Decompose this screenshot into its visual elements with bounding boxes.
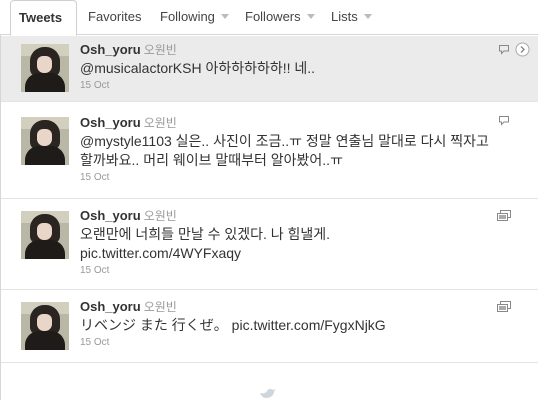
- tweet-text: 오랜만에 너희들 만날 수 있겠다. 나 힘낼게. pic.twitter.co…: [80, 226, 331, 261]
- tab-tweets[interactable]: Tweets: [10, 0, 77, 36]
- chevron-down-icon: [363, 14, 372, 20]
- photo-gallery-icon[interactable]: [497, 301, 511, 312]
- tab-following-label: Following: [160, 9, 215, 24]
- tweet-username[interactable]: Osh_yoru: [80, 115, 141, 130]
- photo-gallery-icon[interactable]: [497, 210, 511, 221]
- tweet-content: Osh_yoru 오원빈 @musicalactorKSH 아하하하하하!! 네.…: [80, 42, 498, 92]
- tweet-username[interactable]: Osh_yoru: [80, 42, 141, 57]
- expand-arrow-icon[interactable]: [515, 42, 530, 57]
- speech-bubble-icon[interactable]: [498, 44, 510, 55]
- tweet-item[interactable]: Osh_yoru 오원빈 リベンジ また 行くぜ。 pic.twitter.com…: [1, 291, 538, 363]
- tweet-text: @musicalactorKSH 아하하하하하!! 네..: [80, 60, 316, 76]
- tweet-timestamp[interactable]: 15 Oct: [80, 80, 498, 92]
- chevron-down-icon: [220, 14, 229, 20]
- avatar[interactable]: [21, 44, 69, 92]
- tweet-header: Osh_yoru 오원빈: [80, 42, 498, 58]
- tweet-header: Osh_yoru 오원빈: [80, 299, 498, 315]
- avatar[interactable]: [21, 302, 69, 350]
- tweet-content: Osh_yoru 오원빈 오랜만에 너희들 만날 수 있겠다. 나 힘낼게. pi…: [80, 208, 498, 277]
- tweet-username[interactable]: Osh_yoru: [80, 208, 141, 223]
- tweet-header: Osh_yoru 오원빈: [80, 208, 498, 224]
- tab-favorites[interactable]: Favorites: [88, 0, 141, 35]
- profile-tabs: Tweets Favorites Following Followers Lis…: [0, 0, 538, 36]
- tweet-item[interactable]: Osh_yoru 오원빈 @mystyle1103 실은.. 사진이 조금..ㅠ …: [1, 103, 538, 199]
- tweet-text: リベンジ また 行くぜ。 pic.twitter.com/FygxNjkG: [80, 317, 386, 333]
- tweet-timestamp[interactable]: 15 Oct: [80, 172, 498, 184]
- tweet-header: Osh_yoru 오원빈: [80, 115, 498, 131]
- avatar[interactable]: [21, 211, 69, 259]
- tweet-content: Osh_yoru 오원빈 リベンジ また 行くぜ。 pic.twitter.com…: [80, 299, 498, 349]
- tweet-text: @mystyle1103 실은.. 사진이 조금..ㅠ 정말 연출님 말대로 다…: [80, 133, 489, 168]
- tweet-timestamp[interactable]: 15 Oct: [80, 265, 498, 277]
- tweet-realname: 오원빈: [143, 116, 177, 130]
- tab-lists-label: Lists: [331, 9, 358, 24]
- tweet-username[interactable]: Osh_yoru: [80, 299, 141, 314]
- speech-bubble-icon[interactable]: [498, 115, 510, 126]
- tab-lists[interactable]: Lists: [331, 0, 372, 35]
- chevron-down-icon: [306, 14, 315, 20]
- twitter-bird-icon: [258, 384, 280, 400]
- tweet-timestamp[interactable]: 15 Oct: [80, 337, 498, 349]
- tweet-content: Osh_yoru 오원빈 @mystyle1103 실은.. 사진이 조금..ㅠ …: [80, 115, 498, 184]
- tweet-realname: 오원빈: [143, 209, 177, 223]
- tweet-realname: 오원빈: [143, 300, 177, 314]
- avatar[interactable]: [21, 117, 69, 165]
- tweet-realname: 오원빈: [143, 43, 177, 57]
- tweet-item[interactable]: Osh_yoru 오원빈 @musicalactorKSH 아하하하하하!! 네.…: [1, 36, 538, 102]
- tweet-item[interactable]: Osh_yoru 오원빈 오랜만에 너희들 만날 수 있겠다. 나 힘낼게. pi…: [1, 200, 538, 290]
- tab-followers[interactable]: Followers: [245, 0, 315, 35]
- tab-followers-label: Followers: [245, 9, 301, 24]
- tab-tweets-label: Tweets: [19, 10, 63, 25]
- tab-favorites-label: Favorites: [88, 9, 142, 24]
- tab-following[interactable]: Following: [160, 0, 229, 35]
